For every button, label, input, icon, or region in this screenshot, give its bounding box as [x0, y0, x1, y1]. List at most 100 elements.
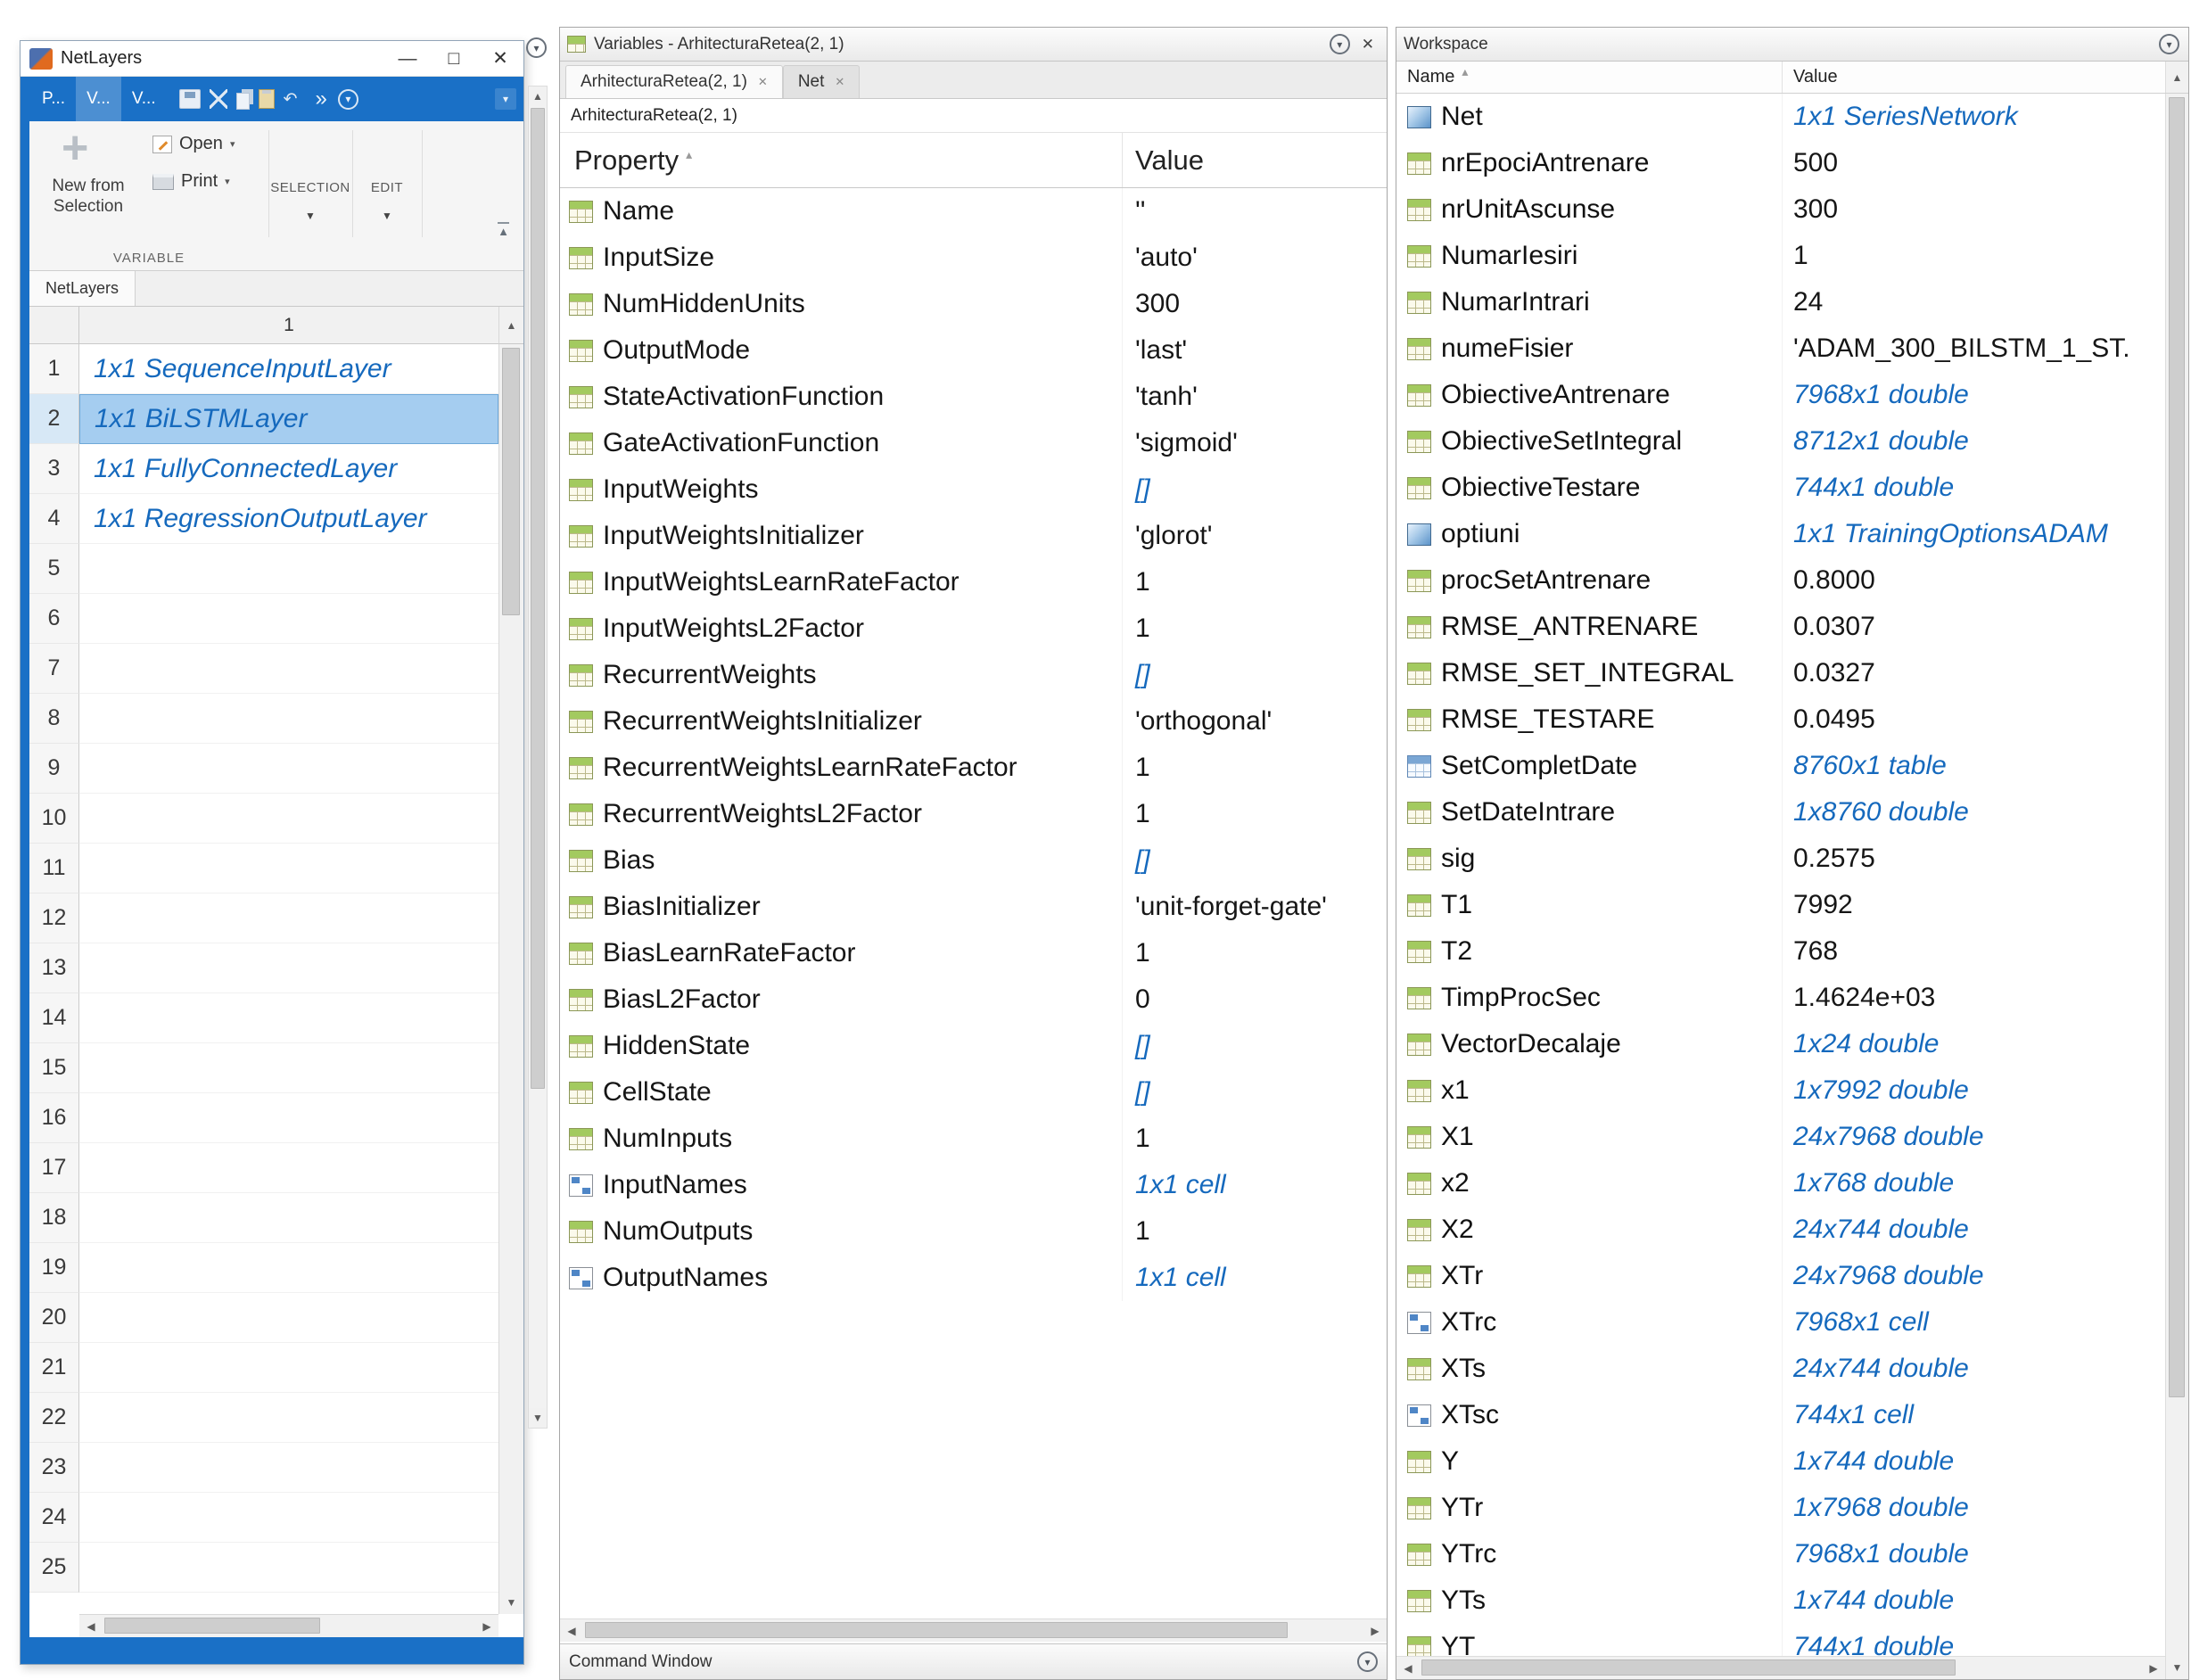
- scroll-up-button[interactable]: ▲: [498, 307, 523, 344]
- desktop-vertical-scrollbar[interactable]: ▲ ▼: [528, 86, 548, 1429]
- document-tab[interactable]: ArhitecturaRetea(2, 1) ✕: [565, 65, 783, 98]
- workspace-row[interactable]: YTr 1x7968 double: [1396, 1485, 2165, 1531]
- copy-icon[interactable]: [236, 93, 250, 110]
- grid-cell[interactable]: [79, 1093, 498, 1143]
- value-column-header[interactable]: Value: [1122, 133, 1387, 187]
- grid-cell[interactable]: [79, 1043, 498, 1093]
- selection-dropdown-button[interactable]: ▼: [297, 206, 324, 226]
- scroll-down-button[interactable]: ▼: [529, 1408, 547, 1428]
- variable-value-cell[interactable]: 0.0327: [1782, 650, 2165, 696]
- workspace-row[interactable]: YT 744x1 double: [1396, 1624, 2165, 1656]
- grid-cell[interactable]: [79, 844, 498, 894]
- variable-value-cell[interactable]: 1x768 double: [1782, 1160, 2165, 1206]
- scroll-down-button[interactable]: ▼: [2166, 1656, 2188, 1679]
- property-row[interactable]: RecurrentWeightsInitializer 'orthogonal': [560, 698, 1387, 745]
- horizontal-scrollbar[interactable]: ◀ ▶: [560, 1618, 1387, 1642]
- column-header[interactable]: 1: [79, 307, 498, 344]
- scrollbar-thumb[interactable]: [1421, 1659, 1956, 1676]
- horizontal-scrollbar[interactable]: ◀ ▶: [79, 1614, 498, 1637]
- row-header[interactable]: 5: [29, 544, 79, 594]
- property-row[interactable]: InputWeightsL2Factor 1: [560, 605, 1387, 652]
- variable-value-cell[interactable]: 744x1 double: [1782, 465, 2165, 511]
- property-value-cell[interactable]: 'auto': [1122, 235, 1387, 281]
- help-actions-button[interactable]: ▾: [338, 89, 358, 110]
- workspace-row[interactable]: sig 0.2575: [1396, 836, 2165, 882]
- variable-value-cell[interactable]: 24x744 double: [1782, 1346, 2165, 1392]
- document-tab[interactable]: NetLayers: [29, 271, 136, 306]
- workspace-row[interactable]: ObiectiveTestare 744x1 double: [1396, 465, 2165, 511]
- row-header[interactable]: 11: [29, 844, 79, 894]
- grid-cell[interactable]: [79, 1193, 498, 1243]
- row-header[interactable]: 7: [29, 644, 79, 694]
- variable-value-cell[interactable]: 24: [1782, 279, 2165, 325]
- property-row[interactable]: GateActivationFunction 'sigmoid': [560, 420, 1387, 466]
- variable-value-cell[interactable]: 1: [1782, 233, 2165, 279]
- workspace-row[interactable]: TimpProcSec 1.4624e+03: [1396, 975, 2165, 1021]
- row-header[interactable]: 15: [29, 1043, 79, 1093]
- variable-value-cell[interactable]: 1x744 double: [1782, 1577, 2165, 1624]
- variable-value-cell[interactable]: 1x24 double: [1782, 1021, 2165, 1067]
- variable-value-cell[interactable]: 0.8000: [1782, 557, 2165, 604]
- scroll-down-button[interactable]: ▼: [499, 1591, 523, 1614]
- property-row[interactable]: Name '': [560, 188, 1387, 235]
- variable-value-cell[interactable]: 8712x1 double: [1782, 418, 2165, 465]
- property-value-cell[interactable]: 1: [1122, 930, 1387, 976]
- property-value-cell[interactable]: []: [1122, 1023, 1387, 1069]
- property-row[interactable]: RecurrentWeightsL2Factor 1: [560, 791, 1387, 837]
- workspace-row[interactable]: optiuni 1x1 TrainingOptionsADAM: [1396, 511, 2165, 557]
- scroll-right-button[interactable]: ▶: [2142, 1657, 2165, 1679]
- workspace-row[interactable]: XTsc 744x1 cell: [1396, 1392, 2165, 1438]
- property-row[interactable]: InputWeightsLearnRateFactor 1: [560, 559, 1387, 605]
- scrollbar-track[interactable]: [1420, 1657, 2142, 1679]
- workspace-row[interactable]: SetCompletDate 8760x1 table: [1396, 743, 2165, 789]
- property-row[interactable]: OutputNames 1x1 cell: [560, 1255, 1387, 1301]
- workspace-row[interactable]: T2 768: [1396, 928, 2165, 975]
- variable-value-cell[interactable]: 1x8760 double: [1782, 789, 2165, 836]
- toolstrip-menu-icon[interactable]: ▾: [495, 88, 516, 110]
- workspace-row[interactable]: XTrc 7968x1 cell: [1396, 1299, 2165, 1346]
- property-value-cell[interactable]: 'last': [1122, 327, 1387, 374]
- save-icon[interactable]: [179, 89, 201, 109]
- document-tab[interactable]: Net ✕: [783, 65, 860, 98]
- property-value-cell[interactable]: 'glorot': [1122, 513, 1387, 559]
- property-row[interactable]: BiasInitializer 'unit-forget-gate': [560, 884, 1387, 930]
- variable-value-cell[interactable]: 1.4624e+03: [1782, 975, 2165, 1021]
- grid-cell[interactable]: [79, 1143, 498, 1193]
- workspace-row[interactable]: NumarIesiri 1: [1396, 233, 2165, 279]
- property-value-cell[interactable]: []: [1122, 837, 1387, 884]
- scrollbar-thumb[interactable]: [104, 1618, 320, 1634]
- grid-cell[interactable]: [79, 694, 498, 744]
- scroll-up-button[interactable]: ▲: [529, 86, 547, 106]
- property-value-cell[interactable]: 1: [1122, 745, 1387, 791]
- workspace-row[interactable]: VectorDecalaje 1x24 double: [1396, 1021, 2165, 1067]
- grid-cell[interactable]: [79, 1543, 498, 1593]
- row-header[interactable]: 22: [29, 1393, 79, 1443]
- undo-icon[interactable]: ↶: [284, 89, 298, 110]
- open-button[interactable]: Open ▾: [152, 134, 235, 154]
- variable-value-cell[interactable]: 7992: [1782, 882, 2165, 928]
- row-header[interactable]: 21: [29, 1343, 79, 1393]
- property-value-cell[interactable]: 'unit-forget-gate': [1122, 884, 1387, 930]
- panel-actions-button[interactable]: ▾: [1330, 34, 1350, 54]
- grid-cell[interactable]: [79, 794, 498, 844]
- scroll-left-button[interactable]: ◀: [1396, 1657, 1420, 1679]
- workspace-row[interactable]: SetDateIntrare 1x8760 double: [1396, 789, 2165, 836]
- workspace-row[interactable]: RMSE_ANTRENARE 0.0307: [1396, 604, 2165, 650]
- workspace-row[interactable]: YTrc 7968x1 double: [1396, 1531, 2165, 1577]
- row-header[interactable]: 1: [29, 344, 79, 394]
- workspace-row[interactable]: x2 1x768 double: [1396, 1160, 2165, 1206]
- row-header[interactable]: 18: [29, 1193, 79, 1243]
- workspace-row[interactable]: YTs 1x744 double: [1396, 1577, 2165, 1624]
- property-column-header[interactable]: Property ▴: [560, 133, 1122, 187]
- variable-value-cell[interactable]: 7968x1 double: [1782, 372, 2165, 418]
- property-row[interactable]: RecurrentWeightsLearnRateFactor 1: [560, 745, 1387, 791]
- cut-icon[interactable]: [210, 89, 227, 109]
- variable-value-cell[interactable]: 24x7968 double: [1782, 1253, 2165, 1299]
- command-window-bar[interactable]: Command Window ▾: [560, 1643, 1387, 1679]
- netlayers-titlebar[interactable]: NetLayers — □ ✕: [21, 41, 523, 77]
- property-row[interactable]: NumHiddenUnits 300: [560, 281, 1387, 327]
- value-column-header[interactable]: Value: [1782, 62, 2165, 93]
- maximize-button[interactable]: □: [431, 41, 477, 76]
- grid-cell[interactable]: [79, 1393, 498, 1443]
- variable-value-cell[interactable]: 1x744 double: [1782, 1438, 2165, 1485]
